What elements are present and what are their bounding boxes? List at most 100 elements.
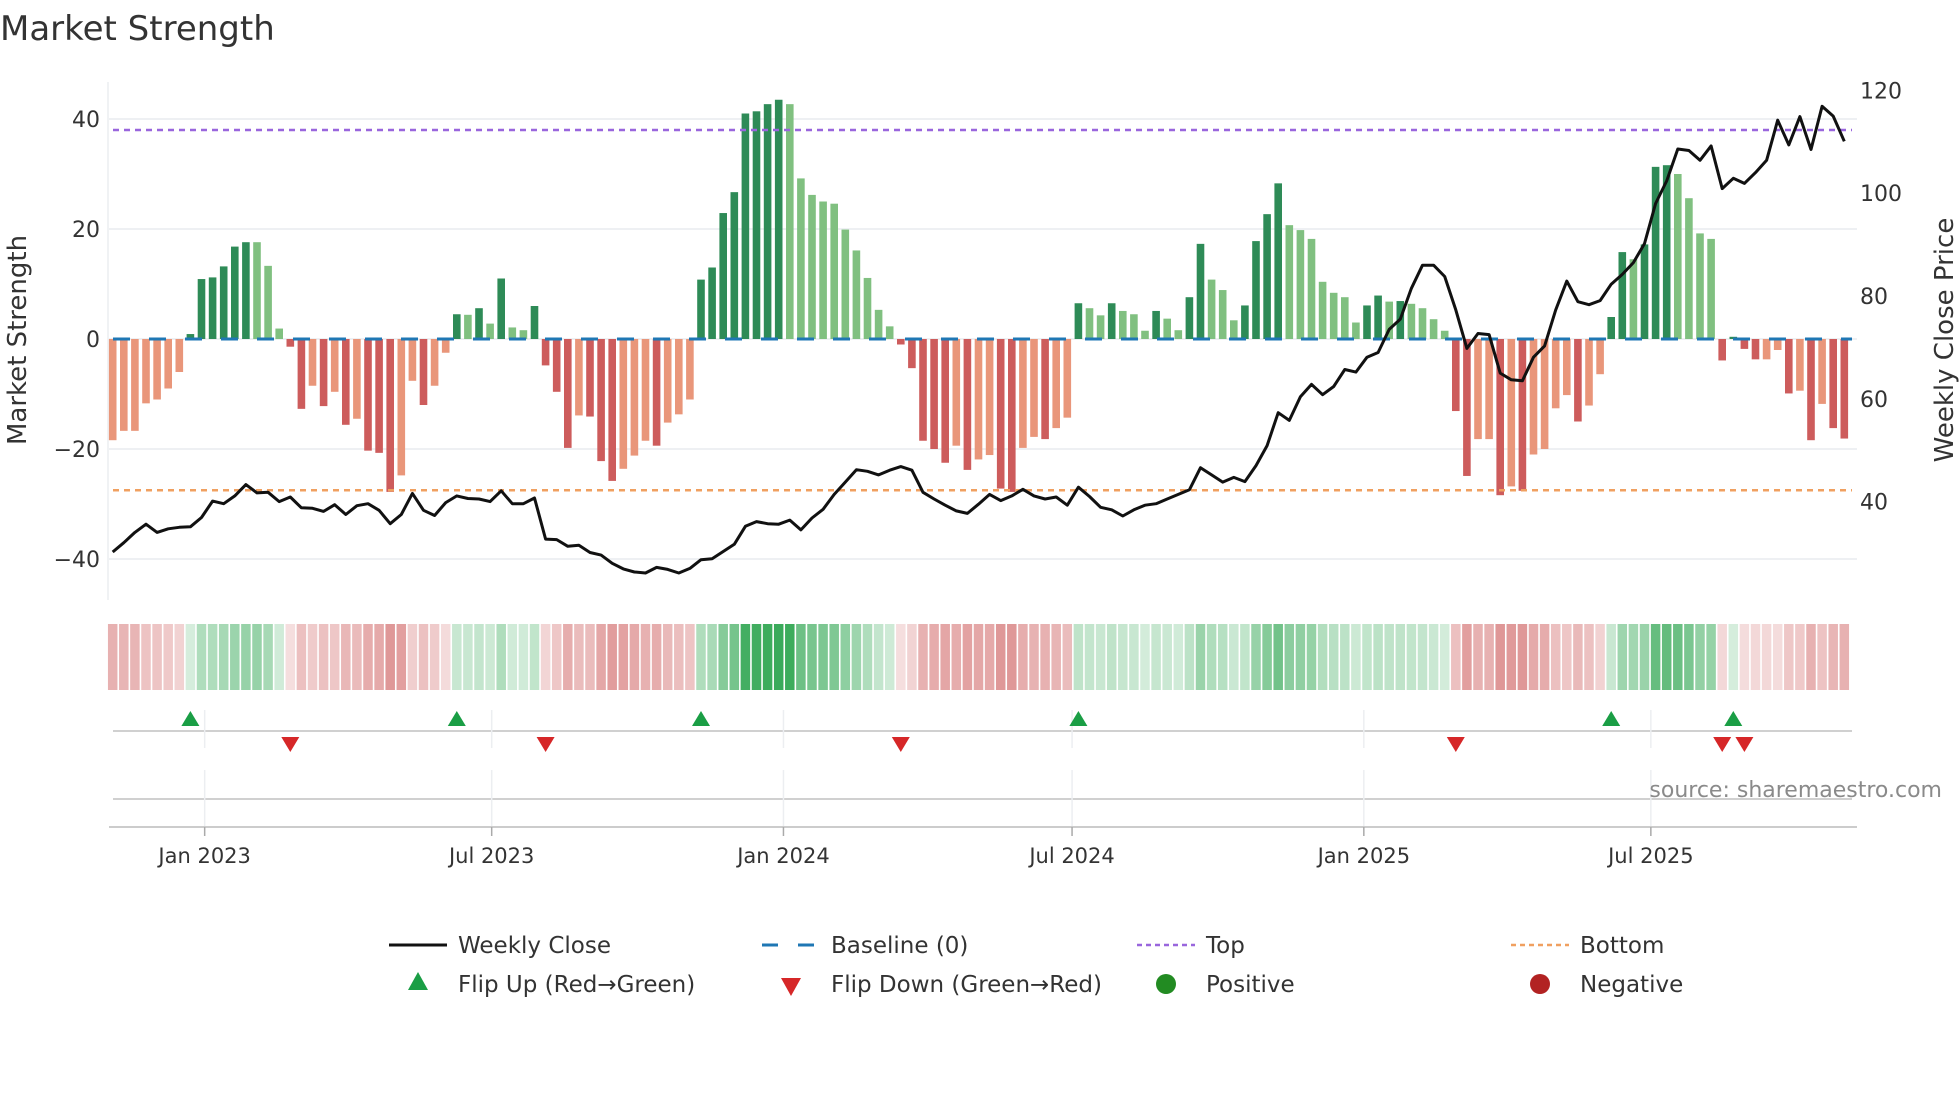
- flip-down-marker: [1713, 737, 1732, 752]
- strength-bar: [1463, 339, 1471, 476]
- strip-cell: [1717, 624, 1727, 690]
- strength-bar: [908, 339, 916, 369]
- legend-label: Top: [1205, 933, 1245, 959]
- strip-cell: [762, 624, 773, 690]
- strength-bar: [219, 266, 228, 339]
- strength-bar: [497, 278, 505, 339]
- strip-cell: [1106, 624, 1117, 690]
- strip-cell: [1451, 624, 1461, 690]
- flip-down-icon: [781, 978, 801, 996]
- strip-cell: [485, 624, 495, 690]
- strip-cell: [1184, 624, 1195, 690]
- strip-cell: [1839, 624, 1850, 690]
- strip-cell: [907, 624, 917, 690]
- strip-cell: [1362, 624, 1372, 690]
- strip-cell: [807, 624, 817, 690]
- strength-bar: [1241, 305, 1249, 339]
- strength-bar: [1374, 295, 1382, 339]
- strength-bar: [1418, 308, 1427, 339]
- flip-down-marker: [1446, 737, 1465, 752]
- strip-cell: [1051, 624, 1061, 690]
- strength-bar: [730, 192, 739, 339]
- strength-bar: [131, 339, 139, 431]
- strength-bar: [1518, 339, 1527, 491]
- strength-bar: [996, 339, 1005, 489]
- strength-bar: [1773, 339, 1782, 350]
- strip-cell: [1506, 624, 1517, 690]
- strip-cell: [1251, 624, 1261, 690]
- strength-bar: [1130, 314, 1138, 339]
- strip-cell: [884, 624, 895, 690]
- strength-bar: [786, 104, 794, 340]
- strip-cell: [1095, 624, 1106, 690]
- strip-cell: [1240, 624, 1250, 690]
- strength-bar: [430, 339, 439, 386]
- strength-bar: [319, 339, 328, 407]
- strength-bar: [1651, 166, 1660, 339]
- strength-bar: [1751, 339, 1760, 360]
- strip-cell: [1462, 624, 1472, 690]
- strip-cell: [329, 624, 340, 690]
- legend-item-bottom: Bottom: [1511, 933, 1664, 959]
- strength-bar: [142, 339, 150, 404]
- strength-bar: [108, 339, 117, 441]
- strip-cell: [1284, 624, 1295, 690]
- strength-bar: [530, 306, 539, 339]
- strength-bar: [863, 277, 872, 339]
- level-lines: [113, 128, 1852, 492]
- strength-bar: [697, 279, 705, 339]
- strip-cell: [1639, 624, 1650, 690]
- strength-bar: [885, 326, 894, 339]
- strip-cell: [1162, 624, 1172, 690]
- strength-bar: [1607, 317, 1615, 339]
- legend-item-flip-down: Flip Down (Green→Red): [781, 972, 1102, 998]
- strength-bar: [1096, 315, 1105, 339]
- left-tick-label: −20: [54, 438, 100, 463]
- negative-dot-icon: [1530, 974, 1550, 994]
- strength-bar: [1540, 339, 1549, 449]
- right-tick-label: 40: [1860, 491, 1888, 516]
- left-tick-label: 20: [72, 218, 100, 243]
- strip-cell: [230, 624, 240, 690]
- strength-bar: [1629, 259, 1638, 339]
- strip-cell: [1417, 624, 1428, 690]
- strip-cell: [263, 624, 273, 690]
- strip-cell: [1118, 624, 1128, 690]
- strength-bar: [208, 277, 217, 339]
- flip-up-marker: [447, 711, 466, 726]
- strength-bar: [797, 178, 805, 339]
- strip-cell: [785, 624, 795, 690]
- strip-cell: [429, 624, 440, 690]
- x-axis: Jan 2023 Jul 2023 Jan 2024 Jul 2024 Jan 2025…: [109, 826, 1857, 868]
- strength-bar: [1163, 318, 1171, 339]
- strength-bar: [1685, 198, 1693, 339]
- strip-cell: [662, 624, 673, 690]
- strength-bar: [1041, 339, 1049, 440]
- strength-bar: [1207, 279, 1216, 339]
- strip-cell: [607, 624, 617, 690]
- strength-bar: [231, 246, 239, 339]
- strip-cell: [1328, 624, 1339, 690]
- right-tick-label: 60: [1860, 388, 1888, 413]
- strip-cell: [640, 624, 651, 690]
- strip-cell: [1295, 624, 1306, 690]
- strength-bar: [342, 339, 350, 425]
- strip-cell: [1317, 624, 1328, 690]
- strip-cell: [252, 624, 262, 690]
- strip-cell: [130, 624, 140, 690]
- strength-bar: [652, 339, 661, 446]
- strength-bar: [1141, 330, 1149, 339]
- strip-cell: [674, 624, 684, 690]
- strip-cell: [1273, 624, 1283, 690]
- strip-cell: [207, 624, 218, 690]
- strip-cell: [496, 624, 506, 690]
- strip-cell: [1684, 624, 1694, 690]
- strength-bar: [1707, 238, 1715, 339]
- strength-bar: [897, 339, 905, 345]
- strength-bar: [874, 309, 883, 339]
- strength-bar: [830, 203, 838, 339]
- left-tick-label: 0: [86, 328, 100, 353]
- strength-bar: [930, 339, 938, 449]
- strength-bar: [597, 339, 605, 462]
- strength-bar: [608, 339, 616, 481]
